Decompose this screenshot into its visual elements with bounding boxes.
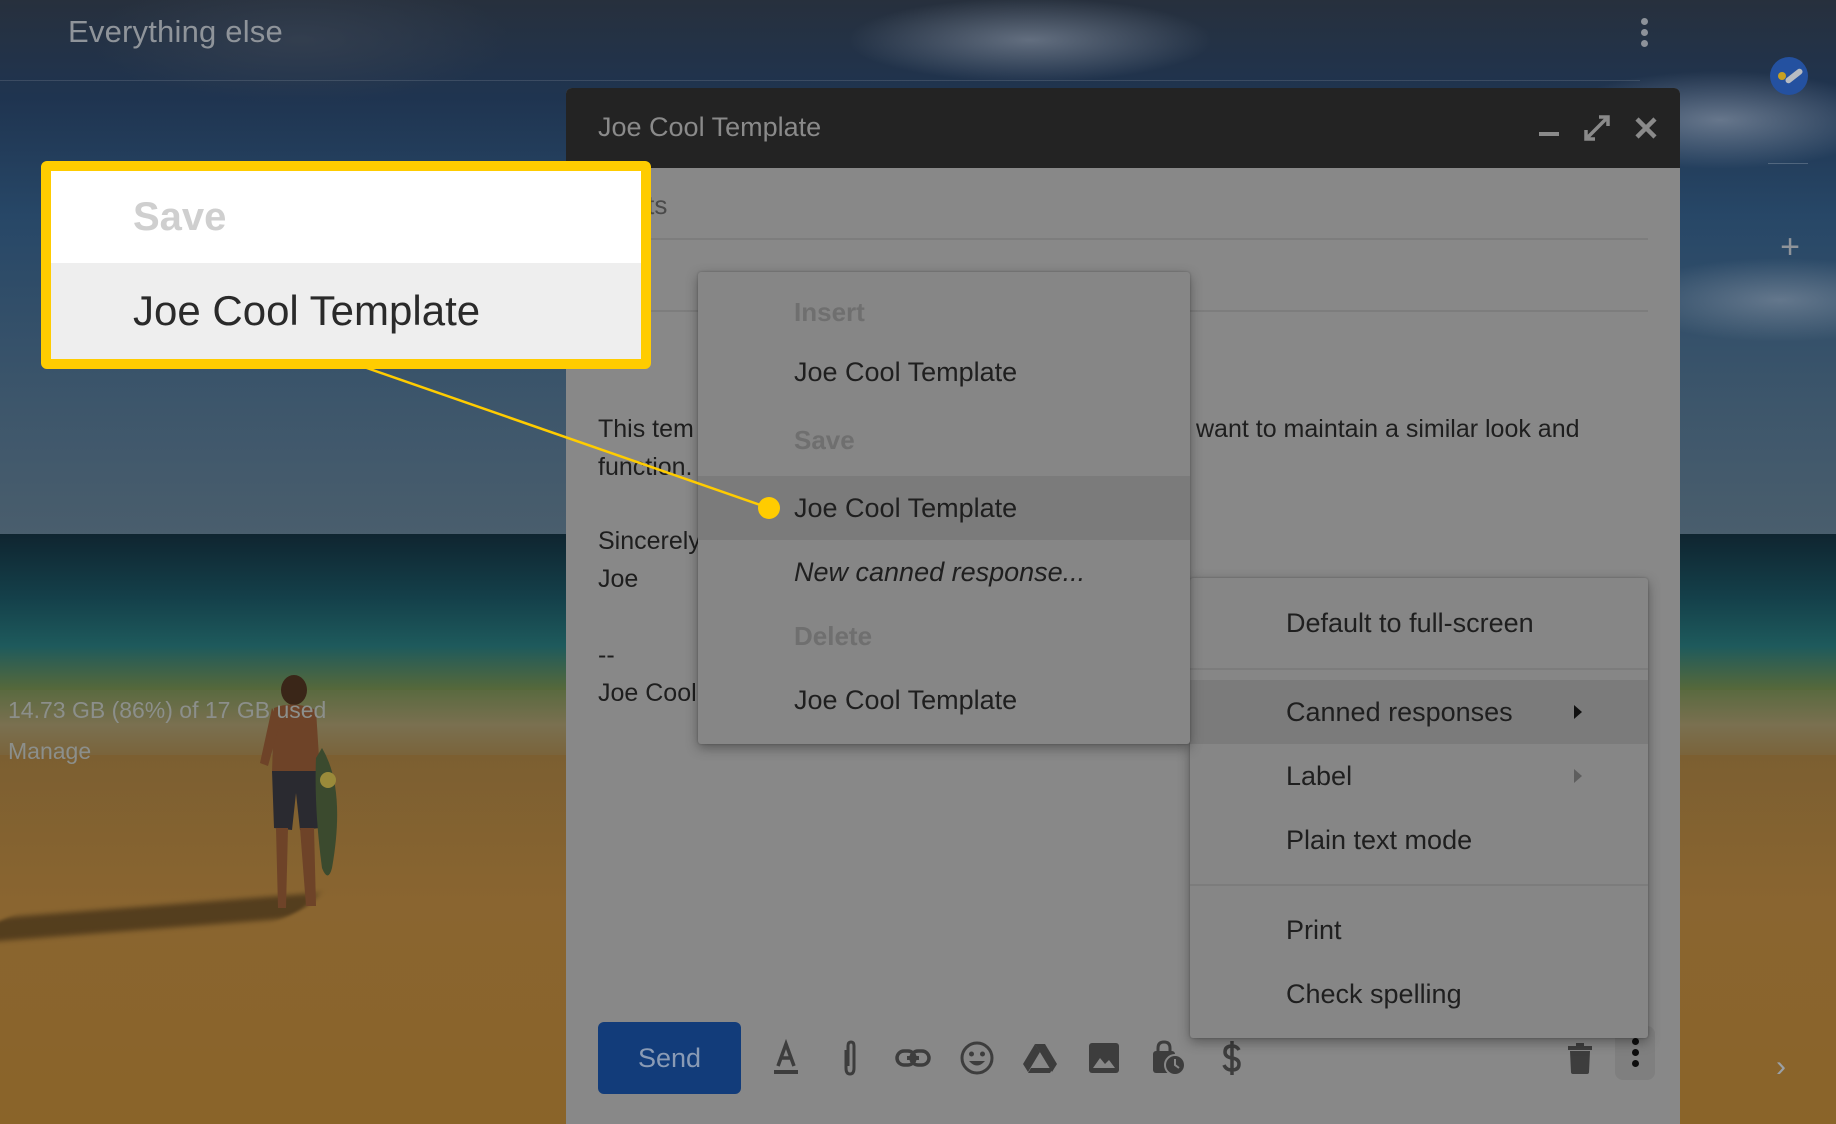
manage-storage-link[interactable]: Manage (8, 738, 91, 765)
side-panel-divider (1768, 163, 1808, 164)
delete-header: Delete (794, 620, 873, 651)
compose-header: Joe Cool Template (566, 88, 1680, 168)
signature-separator: -- (598, 641, 615, 669)
send-button[interactable]: Send (598, 1022, 741, 1094)
menu-item-label: Print (1286, 914, 1342, 945)
expand-icon[interactable] (1577, 108, 1617, 148)
drive-icon[interactable] (1020, 1038, 1060, 1078)
close-icon[interactable] (1626, 108, 1666, 148)
body-line-2: function. (598, 453, 693, 481)
body-line-1: This tem (598, 415, 694, 443)
submenu-arrow-icon (1574, 705, 1582, 719)
menu-item-label: Joe Cool Template (794, 356, 1018, 387)
trash-icon[interactable] (1560, 1038, 1600, 1078)
signature-line: Joe Cool (598, 679, 697, 707)
insert-joe-cool-template[interactable]: Joe Cool Template (698, 340, 1190, 404)
format-text-icon[interactable] (766, 1038, 806, 1078)
menu-item-print[interactable]: Print (1190, 898, 1648, 962)
tasks-icon[interactable] (1770, 57, 1808, 95)
add-addon-icon[interactable]: + (1775, 230, 1805, 264)
money-icon[interactable] (1212, 1038, 1252, 1078)
body-line-name: Joe (598, 565, 639, 593)
attach-icon[interactable] (830, 1038, 870, 1078)
menu-item-plain-text-mode[interactable]: Plain text mode (1190, 808, 1648, 872)
delete-joe-cool-template[interactable]: Joe Cool Template (698, 668, 1190, 732)
body-line-closing: Sincerely (598, 527, 701, 555)
menu-item-label: Canned responses (1286, 696, 1513, 727)
menu-item-default-full-screen[interactable]: Default to full-screen (1190, 578, 1648, 668)
callout-save-header: Save (51, 171, 641, 263)
menu-divider (1190, 884, 1648, 886)
menu-item-label: Check spelling (1286, 978, 1462, 1009)
menu-item-check-spelling[interactable]: Check spelling (1190, 962, 1648, 1026)
menu-item-label: Plain text mode (1286, 824, 1473, 855)
new-canned-response[interactable]: New canned response... (698, 540, 1190, 604)
menu-item-label: Default to full-screen (1286, 607, 1534, 638)
menu-item-label: New canned response... (794, 556, 1086, 587)
emoji-icon[interactable] (957, 1038, 997, 1078)
recipients-field[interactable]: pients (598, 168, 1648, 240)
menu-item-label-submenu[interactable]: Label (1190, 744, 1648, 808)
header-divider (0, 80, 1640, 81)
callout-magnifier: Save Joe Cool Template (41, 161, 651, 369)
save-joe-cool-template[interactable]: Joe Cool Template (698, 476, 1190, 540)
inbox-section-title: Everything else (68, 14, 283, 49)
section-more-icon[interactable] (1636, 18, 1652, 52)
photo-icon[interactable] (1084, 1038, 1124, 1078)
compose-title: Joe Cool Template (598, 112, 822, 142)
insert-header: Insert (794, 296, 865, 327)
save-header: Save (794, 424, 855, 455)
submenu-arrow-icon (1574, 769, 1582, 783)
link-icon[interactable] (893, 1038, 933, 1078)
more-options-menu: Default to full-screen Canned responses … (1190, 578, 1648, 1038)
menu-item-label: Joe Cool Template (794, 684, 1018, 715)
menu-item-canned-responses[interactable]: Canned responses (1190, 680, 1648, 744)
expand-side-panel-icon[interactable]: › (1776, 1050, 1786, 1084)
minimize-icon[interactable] (1529, 108, 1569, 148)
storage-usage-text: 14.73 GB (86%) of 17 GB used (8, 697, 327, 723)
body-line-1-right: want to maintain a similar look and (1196, 415, 1580, 443)
callout-template-item: Joe Cool Template (51, 263, 641, 359)
menu-item-label: Label (1286, 760, 1353, 791)
confidential-mode-icon[interactable] (1148, 1038, 1188, 1078)
menu-item-label: Joe Cool Template (794, 492, 1018, 523)
menu-divider (1190, 668, 1648, 670)
canned-responses-submenu: Insert Joe Cool Template Save Joe Cool T… (698, 272, 1190, 744)
